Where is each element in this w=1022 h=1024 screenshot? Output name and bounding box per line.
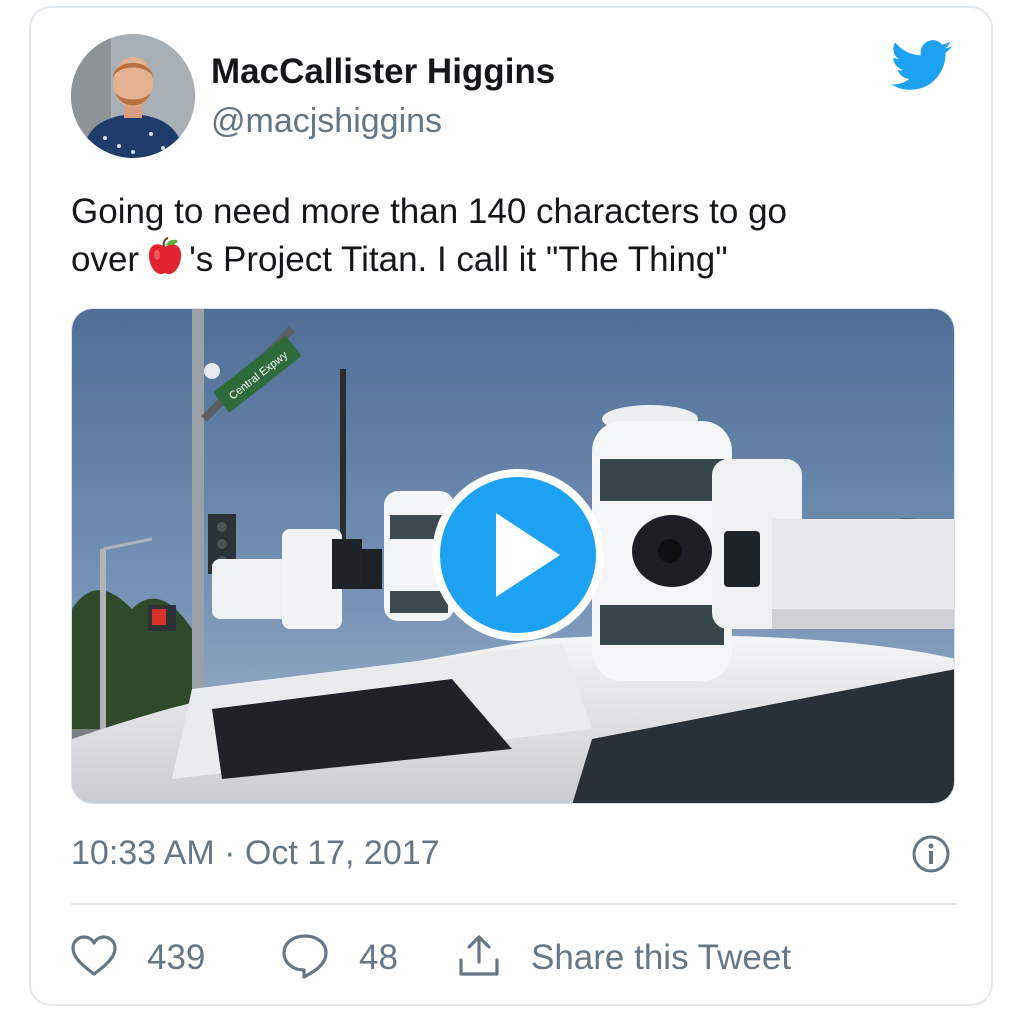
avatar[interactable] xyxy=(71,34,195,158)
tweet-card[interactable]: MacCallister Higgins @macjshiggins Going… xyxy=(29,6,993,1006)
tweet-text-line: Going to need more than 140 characters t… xyxy=(71,192,788,231)
reply-button[interactable]: 48 xyxy=(281,930,398,986)
tweet-actions: 439 48 Share this Tweet xyxy=(71,930,957,986)
display-name[interactable]: MacCallister Higgins xyxy=(211,52,555,92)
like-button[interactable]: 439 xyxy=(71,930,205,986)
tweet-text-fragment: over xyxy=(71,240,140,279)
twitter-bird-icon[interactable] xyxy=(891,40,953,92)
divider xyxy=(71,903,957,905)
reply-count: 48 xyxy=(359,938,398,977)
heart-icon[interactable] xyxy=(71,934,117,982)
share-label: Share this Tweet xyxy=(531,938,792,977)
play-button[interactable] xyxy=(432,469,604,641)
video-thumbnail[interactable]: Central Expwy xyxy=(71,308,955,804)
tweet-text-line: over 's Project Titan. I call it "The Thi… xyxy=(71,236,951,290)
reply-icon[interactable] xyxy=(281,933,329,984)
tweet-text: Going to need more than 140 characters t… xyxy=(71,188,951,290)
red-apple-icon xyxy=(147,237,183,290)
tweet-timestamp[interactable]: 10:33 AM · Oct 17, 2017 xyxy=(71,834,440,873)
like-count: 439 xyxy=(147,938,206,977)
handle[interactable]: @macjshiggins xyxy=(211,102,442,141)
info-icon[interactable] xyxy=(911,834,951,874)
tweet-text-fragment: 's Project Titan. I call it "The Thing" xyxy=(189,240,728,279)
share-icon[interactable] xyxy=(455,932,503,985)
share-button[interactable]: Share this Tweet xyxy=(455,930,791,986)
